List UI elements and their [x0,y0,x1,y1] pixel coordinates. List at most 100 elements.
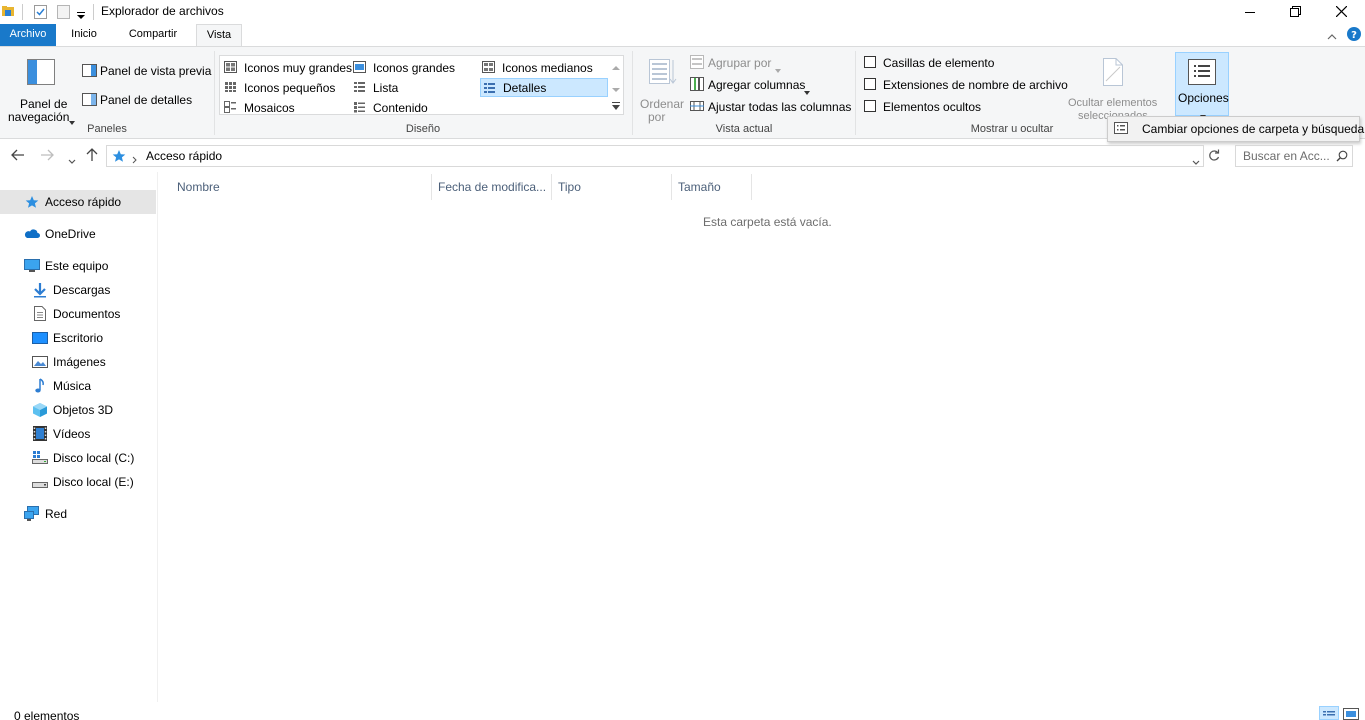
layout-gallery: Iconos muy grandes Iconos grandes Iconos… [219,55,624,115]
recent-locations-chevron-icon[interactable] [68,153,76,164]
nav-item-downloads[interactable]: Descargas [0,278,156,302]
change-folder-options-menu-item[interactable]: Cambiar opciones de carpeta y búsqueda [1108,117,1364,141]
medium-icons-icon [482,61,495,73]
sort-by-button[interactable]: Ordenar por [638,53,686,124]
nav-label: Vídeos [53,427,91,441]
help-icon[interactable]: ? [1347,27,1361,41]
layout-content[interactable]: Contenido [351,98,477,116]
forward-arrow-icon[interactable] [40,149,54,161]
nav-item-videos[interactable]: Vídeos [0,422,156,446]
column-header-date[interactable]: Fecha de modifica... [432,174,552,200]
chevron-down-icon [69,114,75,125]
refresh-icon[interactable] [1208,149,1220,162]
svg-text:?: ? [1351,30,1357,41]
tab-share[interactable]: Compartir [118,24,188,46]
hidden-items-option[interactable]: Elementos ocultos [862,99,1062,115]
qat-customize-icon[interactable] [77,9,85,19]
new-folder-icon[interactable] [57,5,70,19]
window-title: Explorador de archivos [101,4,224,18]
layout-large-icons[interactable]: Iconos grandes [351,58,477,76]
sort-by-label-2: por [648,110,666,124]
group-by-label: Agrupar por [708,56,772,70]
column-header-type[interactable]: Tipo [552,174,672,200]
nav-item-3d-objects[interactable]: Objetos 3D [0,398,156,422]
folder-app-icon[interactable] [2,5,14,17]
preview-pane-button[interactable]: Panel de vista previa [80,61,211,81]
details-pane-icon [82,93,97,106]
gallery-more-icon[interactable] [612,100,620,110]
tab-file[interactable]: Archivo [0,24,56,46]
nav-label: Acceso rápido [45,195,122,209]
fit-columns-button[interactable]: Ajustar todas las columnas [688,97,852,115]
layout-item-label: Iconos medianos [502,61,593,75]
back-arrow-icon[interactable] [11,149,25,161]
panes-group-label: Paneles [87,123,127,135]
download-arrow-icon [33,282,47,298]
nav-item-onedrive[interactable]: OneDrive [0,222,156,246]
empty-folder-message: Esta carpeta está vacía. [703,215,832,229]
layout-tiles[interactable]: Mosaicos [222,98,348,116]
add-columns-button[interactable]: Agregar columnas [688,75,848,95]
search-input[interactable]: Buscar en Acc... [1243,149,1330,163]
sort-by-label-1: Ordenar [640,97,685,111]
change-folder-options-label: Cambiar opciones de carpeta y búsqueda [1142,122,1365,136]
layout-details[interactable]: Detalles [480,78,608,97]
group-by-button[interactable]: Agrupar por [688,53,848,73]
nav-item-this-pc[interactable]: Este equipo [0,254,156,278]
navigation-pane: Acceso rápido OneDrive Este equipo Desca… [0,172,158,702]
layout-small-icons[interactable]: Iconos pequeños [222,78,348,96]
layout-extra-large-icons[interactable]: Iconos muy grandes [222,58,352,76]
item-checkboxes-option[interactable]: Casillas de elemento [862,55,1062,71]
nav-item-documents[interactable]: Documentos [0,302,156,326]
navigation-pane-icon [27,59,55,85]
nav-item-pictures[interactable]: Imágenes [0,350,156,374]
nav-item-network[interactable]: Red [0,502,156,526]
file-extensions-option[interactable]: Extensiones de nombre de archivo [862,77,1068,93]
nav-item-disk-c[interactable]: Disco local (C:) [0,446,156,470]
file-extensions-checkbox[interactable] [864,78,876,90]
breadcrumb-chevron-icon[interactable] [132,153,137,164]
up-arrow-icon[interactable] [86,148,98,162]
nav-item-disk-e[interactable]: Disco local (E:) [0,470,156,494]
details-pane-button[interactable]: Panel de detalles [80,90,208,110]
options-button[interactable]: Opciones [1175,52,1229,119]
column-header-size[interactable]: Tamaño [672,174,752,200]
breadcrumb-current[interactable]: Acceso rápido [146,149,222,163]
address-bar[interactable]: Acceso rápido [106,145,1204,167]
hidden-items-checkbox[interactable] [864,100,876,112]
layout-medium-icons[interactable]: Iconos medianos [480,58,606,76]
minimize-button[interactable] [1227,0,1273,24]
options-icon [1188,59,1216,85]
layout-item-label: Lista [373,81,399,95]
nav-item-quick-access[interactable]: Acceso rápido [0,190,156,214]
nav-item-desktop[interactable]: Escritorio [0,326,156,350]
navigation-pane-button[interactable]: Panel de navegación [6,53,78,125]
search-icon[interactable] [1336,150,1348,162]
hide-selected-button[interactable]: Ocultar elementos seleccionados [1064,53,1164,122]
gallery-scroll-down-icon[interactable] [612,82,620,92]
column-header-name[interactable]: Nombre [171,174,432,200]
chevron-down-icon [804,84,810,95]
group-separator [632,51,633,135]
navigation-pane-label-1: Panel de [20,97,68,111]
item-checkboxes-checkbox[interactable] [864,56,876,68]
large-icons-view-toggle-icon[interactable] [1343,708,1359,720]
restore-button[interactable] [1272,0,1318,24]
nav-item-music[interactable]: Música [0,374,156,398]
title-bar: Explorador de archivos [0,0,1365,24]
address-row: Acceso rápido Buscar en Acc... [0,140,1365,172]
chevron-down-icon [775,62,781,73]
details-view-toggle-icon[interactable] [1319,706,1339,720]
collapse-ribbon-icon[interactable] [1327,30,1337,40]
search-box[interactable]: Buscar en Acc... [1235,145,1353,167]
tab-view[interactable]: Vista [196,24,242,46]
properties-icon[interactable] [34,5,47,19]
close-button[interactable] [1318,0,1364,24]
windows-drive-icon [32,451,48,465]
layout-list[interactable]: Lista [351,78,477,96]
address-dropdown-icon[interactable] [1192,154,1200,165]
options-dropdown-menu: Cambiar opciones de carpeta y búsqueda [1107,116,1364,142]
gallery-scroll-up-icon[interactable] [612,60,620,70]
tab-home[interactable]: Inicio [62,24,106,46]
options-label: Opciones [1178,91,1229,105]
